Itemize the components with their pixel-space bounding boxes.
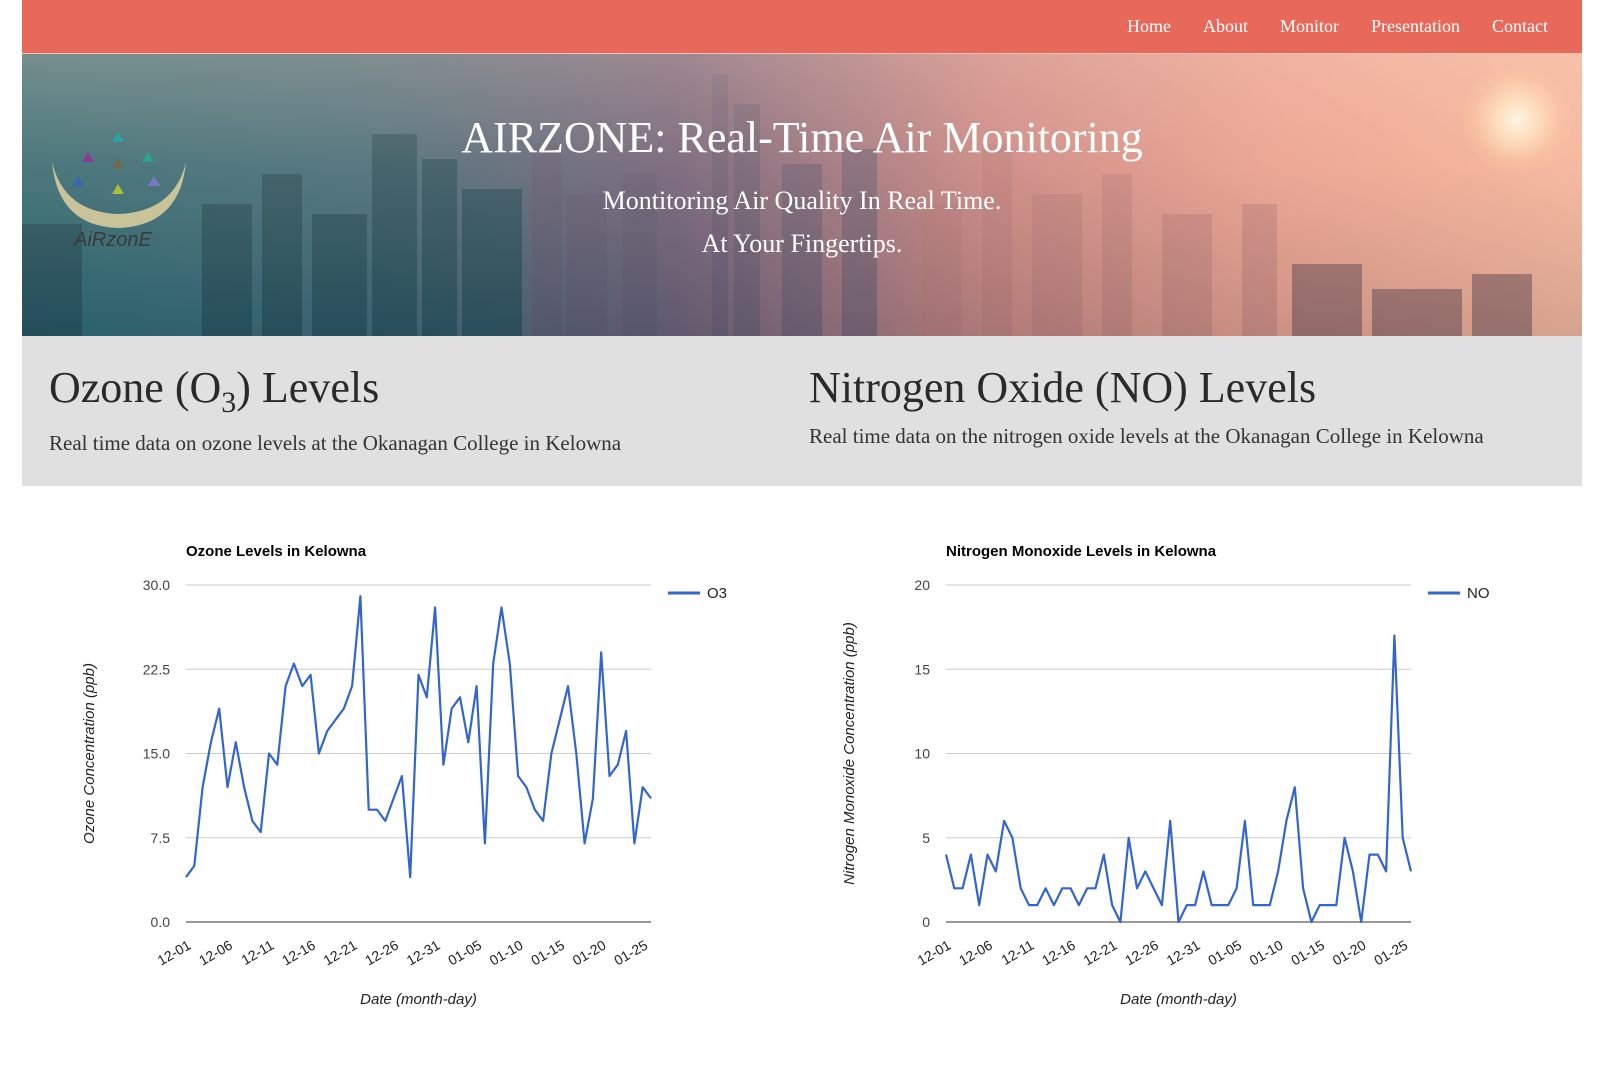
y-tick-label: 22.5 (143, 661, 170, 677)
chart-title: Nitrogen Monoxide Levels in Kelowna (946, 543, 1217, 560)
nav-presentation[interactable]: Presentation (1371, 16, 1460, 37)
y-tick-label: 15.0 (143, 746, 170, 762)
x-tick-label: 01-10 (487, 937, 526, 969)
legend-label: O3 (707, 585, 727, 602)
y-tick-label: 0.0 (151, 914, 171, 930)
chart-title: Ozone Levels in Kelowna (186, 543, 367, 560)
x-tick-label: 12-11 (238, 937, 276, 968)
ozone-description-text: Real time data on ozone levels at the Ok… (49, 430, 622, 455)
ozone-chart: Ozone Levels in Kelowna 0.0 7.5 15.0 22.5 30.… (70, 530, 770, 1035)
x-tick-label: 01-20 (570, 937, 609, 969)
x-tick-label: 01-15 (1288, 937, 1327, 969)
x-tick-label: 12-31 (1164, 937, 1203, 969)
x-tick-label: 12-16 (1039, 937, 1078, 969)
x-tick-label: 12-26 (1122, 937, 1161, 969)
x-tick-label: 12-11 (998, 937, 1036, 968)
y-axis-label: Ozone Concentration (ppb) (81, 663, 98, 844)
no-description: Nitrogen Oxide (NO) Levels Real time dat… (809, 363, 1484, 449)
legend-label: NO (1467, 585, 1490, 602)
x-tick-label: 01-25 (611, 937, 650, 969)
no-chart-svg: Nitrogen Monoxide Levels in Kelowna 0 5 10 1… (841, 543, 1490, 1008)
x-tick-label: 01-20 (1330, 937, 1369, 969)
x-tick-label: 12-06 (956, 937, 995, 969)
x-tick-label: 12-01 (154, 937, 193, 969)
hero-title: AIRZONE: Real-Time Air Monitoring (461, 113, 1143, 162)
y-tick-label: 30.0 (143, 577, 170, 593)
hero-banner: AiRzonE AIRZONE: Real-Time Air Monitorin… (22, 54, 1582, 336)
description-band: Ozone (O3) Levels Real time data on ozon… (22, 336, 1582, 486)
series-line-no (944, 634, 1413, 924)
x-tick-label: 01-10 (1247, 937, 1286, 969)
hero-subtitle-line1: Montitoring Air Quality In Real Time. (602, 186, 1002, 215)
nav-about[interactable]: About (1203, 16, 1248, 37)
x-tick-label: 01-15 (528, 937, 567, 969)
nav-home[interactable]: Home (1127, 16, 1171, 37)
no-heading: Nitrogen Oxide (NO) Levels (809, 363, 1317, 412)
x-tick-label: 12-06 (196, 937, 235, 969)
y-tick-label: 10 (914, 746, 930, 762)
no-description-text: Real time data on the nitrogen oxide lev… (809, 424, 1484, 449)
x-tick-label: 01-05 (1205, 937, 1244, 969)
y-tick-label: 20 (914, 577, 930, 593)
top-nav: Home About Monitor Presentation Contact (22, 0, 1582, 54)
nav-contact[interactable]: Contact (1492, 16, 1548, 37)
x-tick-label: 12-21 (1081, 937, 1120, 969)
nav-monitor[interactable]: Monitor (1280, 16, 1339, 37)
ozone-description: Ozone (O3) Levels Real time data on ozon… (49, 363, 622, 456)
y-tick-label: 5 (922, 830, 930, 846)
y-axis-label: Nitrogen Monoxide Concentration (ppb) (841, 622, 858, 885)
hero-subtitle-line2: At Your Fingertips. (701, 229, 903, 258)
x-tick-label: 12-16 (279, 937, 318, 969)
series-line-o3 (185, 595, 652, 879)
y-tick-label: 7.5 (151, 830, 171, 846)
x-tick-label: 12-26 (362, 937, 401, 969)
x-tick-label: 01-25 (1371, 937, 1410, 969)
y-tick-label: 0 (922, 914, 930, 930)
x-tick-label: 12-21 (321, 937, 360, 969)
page: Home About Monitor Presentation Contact (22, 0, 1582, 486)
x-tick-label: 12-01 (914, 937, 953, 969)
ozone-heading: Ozone (O3) Levels (49, 363, 380, 419)
no-chart: Nitrogen Monoxide Levels in Kelowna 0 5 10 1… (830, 530, 1530, 1035)
y-tick-label: 15 (914, 661, 930, 677)
x-axis-label: Date (month-day) (360, 991, 477, 1008)
ozone-chart-svg: Ozone Levels in Kelowna 0.0 7.5 15.0 22.5 30.… (81, 543, 727, 1008)
x-axis-label: Date (month-day) (1120, 991, 1237, 1008)
x-tick-label: 01-05 (445, 937, 484, 969)
x-tick-label: 12-31 (404, 937, 443, 969)
